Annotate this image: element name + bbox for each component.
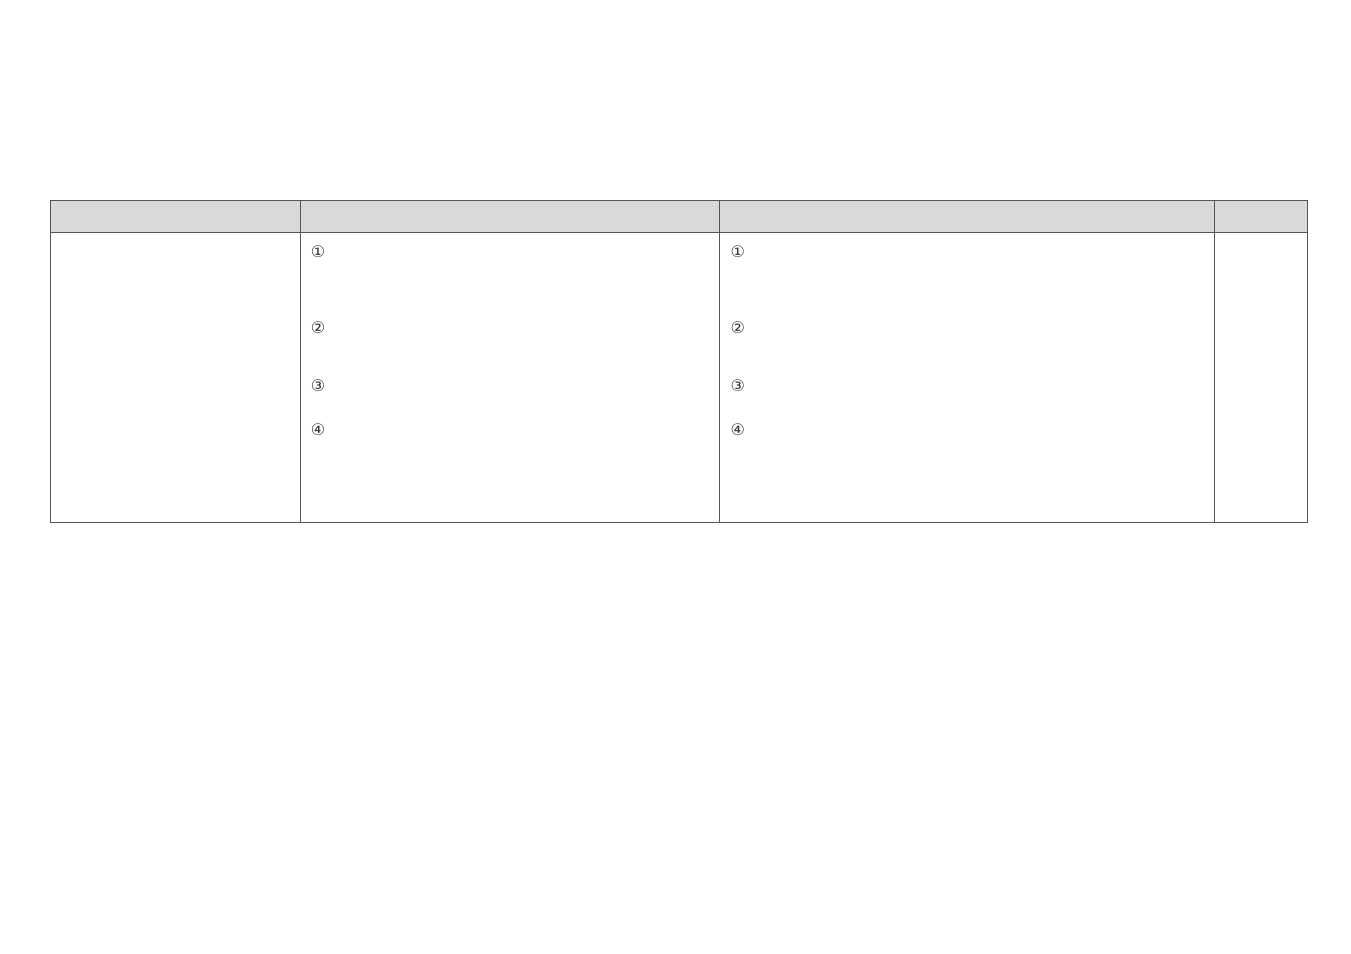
body-cell-3: ① ② ③ ④	[720, 233, 1215, 523]
circled-number-4: ④	[311, 423, 710, 439]
circled-number-4: ④	[730, 423, 1204, 439]
header-cell-1	[51, 201, 301, 233]
header-cell-3	[720, 201, 1215, 233]
header-cell-4	[1215, 201, 1308, 233]
circled-number-2: ②	[311, 321, 710, 337]
header-cell-2	[300, 201, 720, 233]
table-header-row	[51, 201, 1308, 233]
circled-number-2: ②	[730, 321, 1204, 337]
circled-number-1: ①	[311, 245, 710, 261]
body-cell-2: ① ② ③ ④	[300, 233, 720, 523]
table-row: ① ② ③ ④ ① ② ③ ④	[51, 233, 1308, 523]
body-cell-4	[1215, 233, 1308, 523]
circled-number-1: ①	[730, 245, 1204, 261]
circled-number-3: ③	[311, 379, 710, 395]
numbered-table: ① ② ③ ④ ① ② ③ ④	[50, 200, 1308, 523]
circled-number-3: ③	[730, 379, 1204, 395]
body-cell-1	[51, 233, 301, 523]
